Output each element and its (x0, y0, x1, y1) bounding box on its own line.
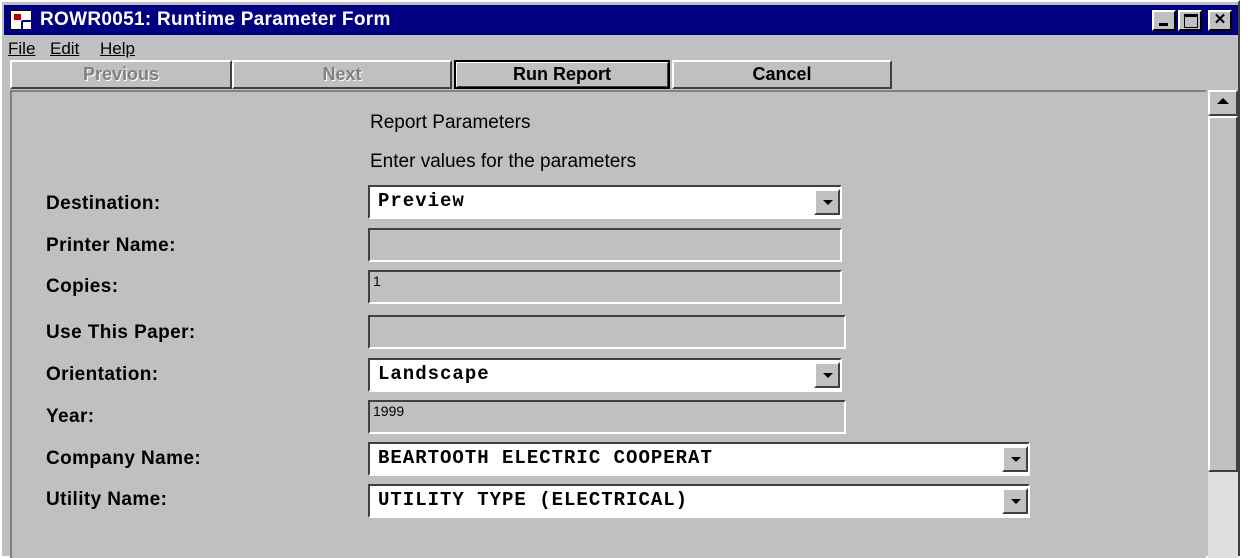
copies-label: Copies: (46, 276, 119, 297)
menu-help[interactable]: Help (100, 39, 135, 59)
company-name-value: BEARTOOTH ELECTRIC COOPERAT (378, 447, 713, 469)
chevron-down-icon[interactable] (814, 189, 840, 215)
title-bar[interactable]: ROWR0051: Runtime Parameter Form ✕ (4, 5, 1238, 35)
utility-name-combo[interactable]: UTILITY TYPE (ELECTRICAL) (368, 484, 1030, 518)
orientation-combo[interactable]: Landscape (368, 358, 842, 392)
menu-file[interactable]: File (8, 39, 35, 59)
orientation-label: Orientation: (46, 364, 159, 385)
previous-button[interactable]: Previous (10, 60, 232, 89)
copies-field[interactable]: 1 (368, 270, 842, 304)
year-label: Year: (46, 406, 95, 427)
orientation-value: Landscape (378, 363, 490, 385)
destination-label: Destination: (46, 193, 161, 214)
printer-name-label: Printer Name: (46, 235, 176, 256)
use-this-paper-label: Use This Paper: (46, 322, 196, 343)
utility-name-value: UTILITY TYPE (ELECTRICAL) (378, 489, 689, 511)
use-this-paper-field[interactable] (368, 315, 846, 349)
next-button[interactable]: Next (232, 60, 452, 89)
form-instructions: Enter values for the parameters (370, 151, 637, 172)
window-title: ROWR0051: Runtime Parameter Form (40, 9, 391, 30)
minimize-button[interactable] (1152, 10, 1176, 31)
vertical-scrollbar[interactable] (1208, 90, 1238, 558)
menu-edit[interactable]: Edit (50, 39, 79, 59)
company-name-label: Company Name: (46, 448, 202, 469)
destination-value: Preview (378, 190, 465, 212)
printer-name-field[interactable] (368, 228, 842, 262)
cancel-button[interactable]: Cancel (672, 60, 892, 89)
destination-combo[interactable]: Preview (368, 185, 842, 219)
utility-name-label: Utility Name: (46, 489, 168, 510)
menu-edit-label: Edit (50, 39, 80, 58)
chevron-down-icon[interactable] (1002, 488, 1028, 514)
run-report-button[interactable]: Run Report (454, 60, 670, 89)
year-field[interactable]: 1999 (368, 400, 846, 434)
form-heading: Report Parameters (370, 112, 531, 133)
maximize-button[interactable] (1178, 10, 1202, 31)
chevron-down-icon[interactable] (1002, 446, 1028, 472)
scroll-up-arrow-icon[interactable] (1208, 90, 1238, 116)
app-icon[interactable] (10, 10, 33, 31)
toolbar: Previous Next Run Report Cancel (2, 60, 1236, 90)
chevron-down-icon[interactable] (814, 362, 840, 388)
menu-bar: File Edit Help (4, 38, 1238, 60)
company-name-combo[interactable]: BEARTOOTH ELECTRIC COOPERAT (368, 442, 1030, 476)
menu-help-label: Help (100, 39, 135, 58)
close-button[interactable]: ✕ (1208, 10, 1232, 31)
menu-file-label: File (8, 39, 36, 58)
app-window: ROWR0051: Runtime Parameter Form ✕ File … (0, 0, 1240, 558)
scroll-thumb[interactable] (1208, 116, 1238, 472)
